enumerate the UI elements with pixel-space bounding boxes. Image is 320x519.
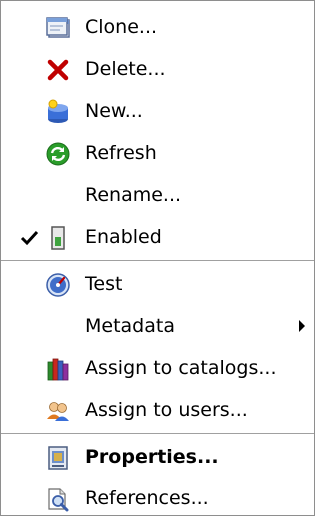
delete-x-icon [45,57,71,83]
menu-item-metadata[interactable]: Metadata [1,305,314,347]
checkmark-icon [19,228,41,248]
menu-item-label: Test [85,273,123,295]
menu-item-label: Refresh [85,142,157,164]
catalogs-books-icon [45,356,71,382]
menu-item-test[interactable]: Test [1,263,314,305]
menu-item-refresh[interactable]: Refresh [1,132,314,174]
menu-item-label: Metadata [85,315,175,337]
menu-separator [1,433,314,435]
menu-item-label: Delete... [85,58,166,80]
menu-item-label: Clone... [85,16,158,38]
menu-item-label: Assign to users... [85,399,248,421]
submenu-arrow-icon [297,318,307,334]
menu-item-rename[interactable]: Rename... [1,174,314,216]
menu-item-references[interactable]: References... [1,477,314,519]
menu-item-label: Properties... [85,446,219,468]
context-menu: Clone... Delete... New... Refresh Rename… [0,0,315,516]
users-icon [45,398,71,424]
menu-item-properties[interactable]: Properties... [1,436,314,478]
menu-item-label: Enabled [85,226,162,248]
menu-item-label: References... [85,487,209,509]
menu-item-label: Rename... [85,184,182,206]
menu-item-label: New... [85,100,143,122]
properties-icon [45,445,71,471]
menu-item-enabled[interactable]: Enabled [1,216,314,258]
menu-item-assign-to-users[interactable]: Assign to users... [1,389,314,431]
menu-item-assign-to-catalogs[interactable]: Assign to catalogs... [1,347,314,389]
menu-item-delete[interactable]: Delete... [1,48,314,90]
test-gauge-icon [45,272,71,298]
enabled-indicator-icon [45,225,71,251]
refresh-icon [45,141,71,167]
references-icon [45,486,71,512]
menu-item-new[interactable]: New... [1,90,314,132]
menu-item-label: Assign to catalogs... [85,357,277,379]
new-database-icon [45,99,71,125]
menu-item-clone[interactable]: Clone... [1,6,314,48]
menu-separator [1,260,314,262]
clone-icon [45,15,71,41]
